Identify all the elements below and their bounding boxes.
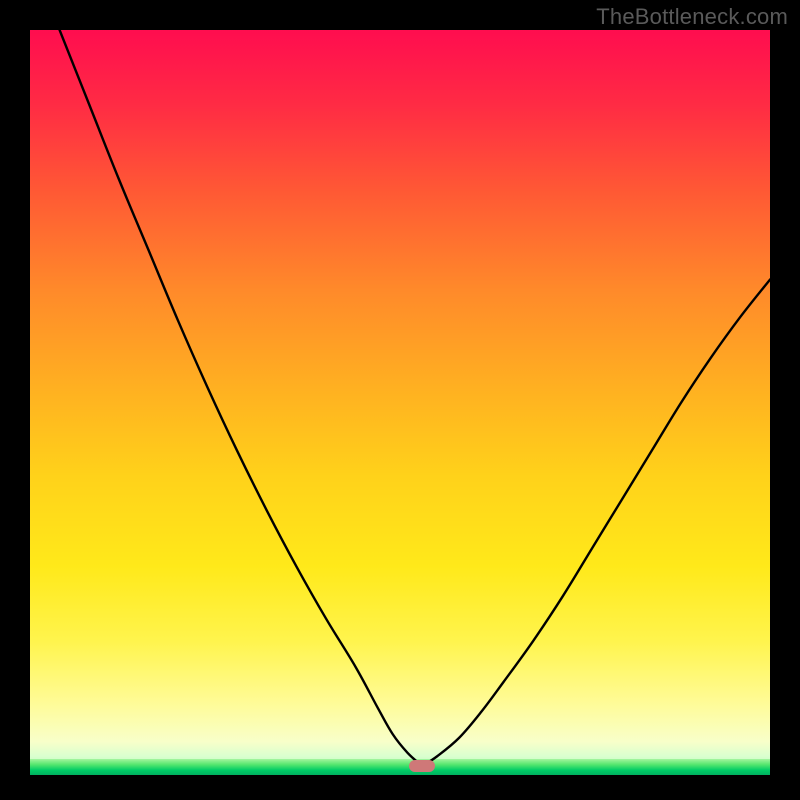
chart-frame: TheBottleneck.com (0, 0, 800, 800)
plot-area (30, 30, 770, 775)
watermark-text: TheBottleneck.com (596, 4, 788, 30)
bottleneck-curve (30, 30, 770, 775)
curve-right-branch (422, 280, 770, 766)
curve-left-branch (60, 30, 423, 766)
optimum-marker (409, 760, 435, 772)
